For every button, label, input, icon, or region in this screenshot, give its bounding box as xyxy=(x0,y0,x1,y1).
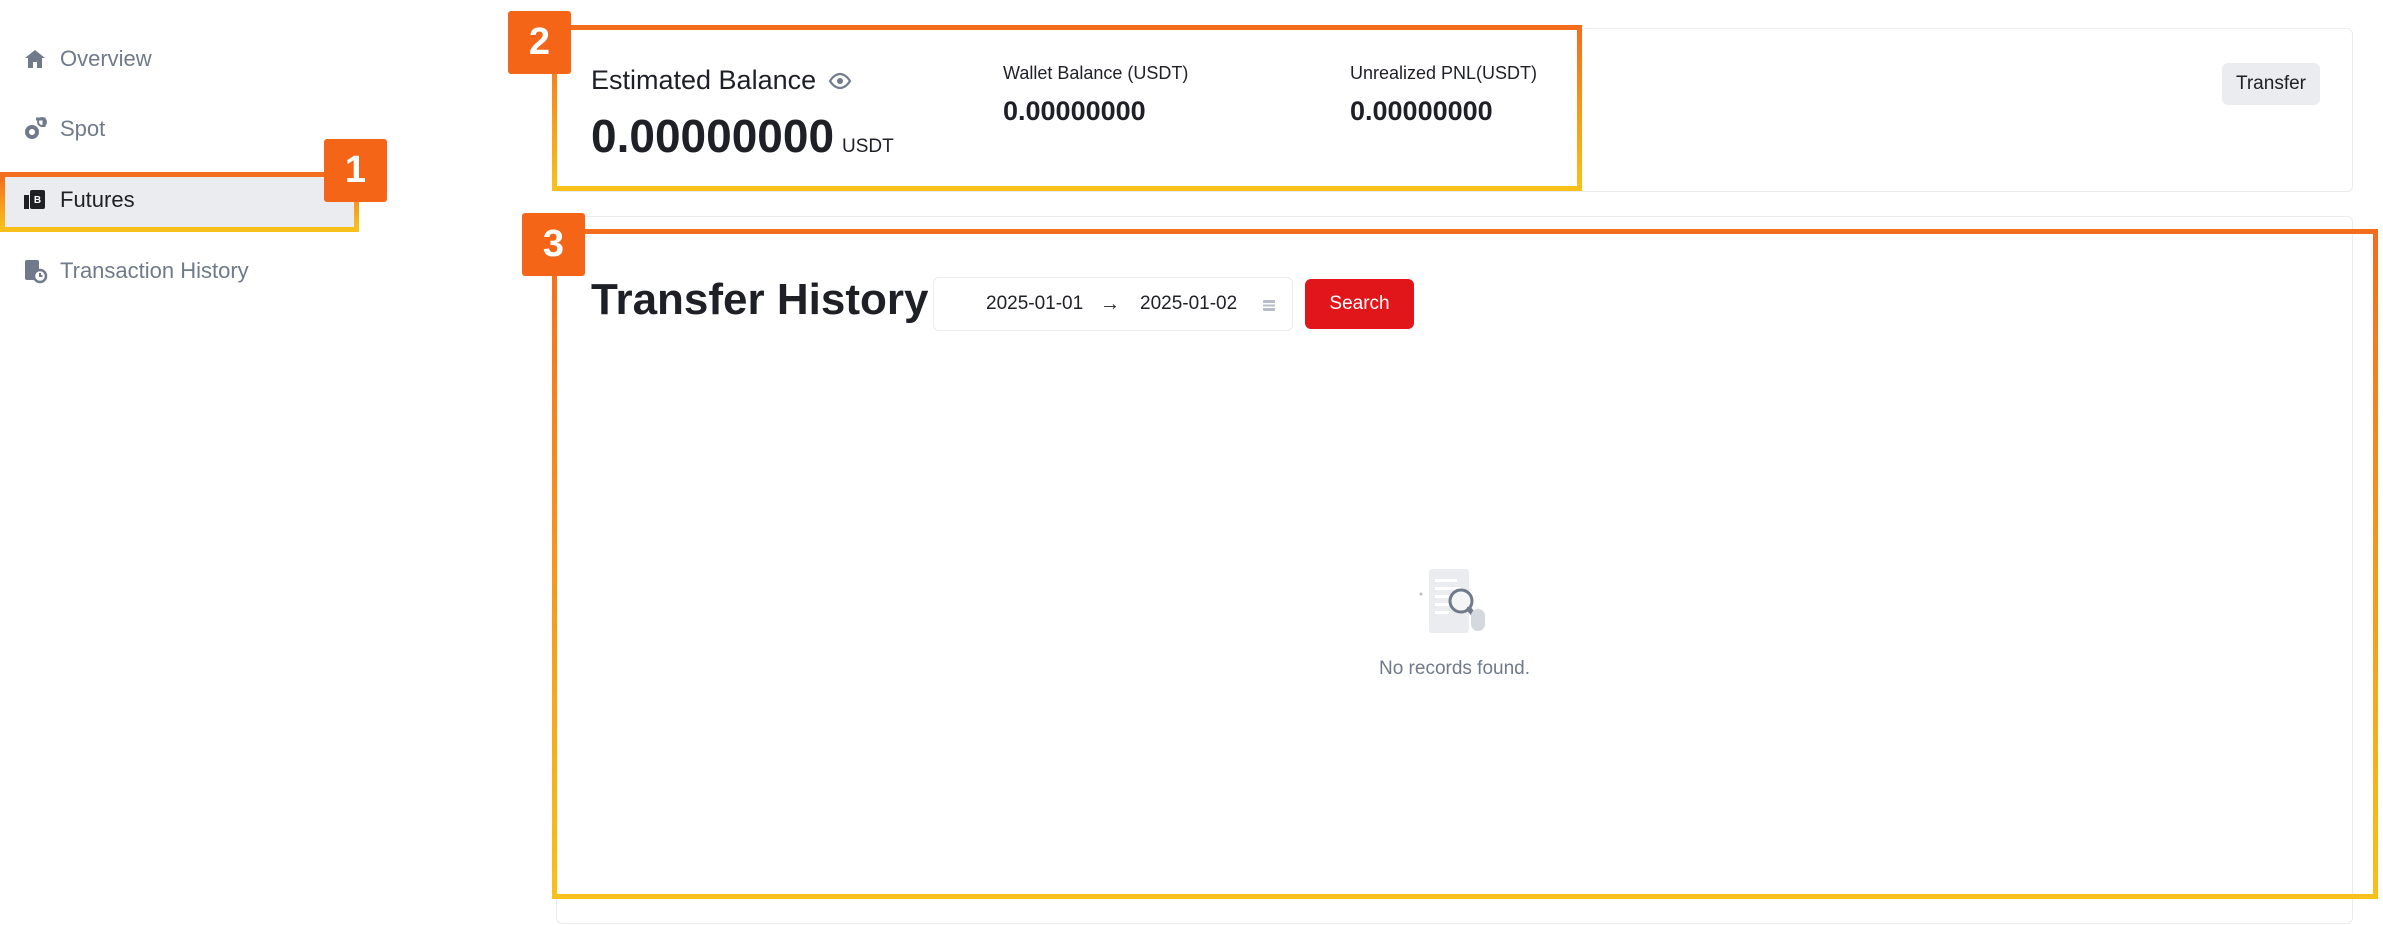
annotation-badge-2: 2 xyxy=(508,11,571,74)
unrealized-pnl-value: 0.00000000 xyxy=(1350,96,1493,126)
spot-icon xyxy=(22,116,48,142)
estimated-balance-text: Estimated Balance xyxy=(591,65,817,95)
date-end-input[interactable]: 2025-01-02 xyxy=(1140,293,1237,315)
unrealized-pnl-label: Unrealized PNL(USDT) xyxy=(1350,63,1538,83)
svg-text:B: B xyxy=(34,195,41,206)
transfer-history-panel: Transfer History 2025-01-01 → 2025-01-02… xyxy=(556,216,2353,924)
sidebar-item-label: Futures xyxy=(60,187,135,212)
estimated-balance-label: Estimated Balance xyxy=(591,65,852,96)
empty-state: No records found. xyxy=(557,565,2352,680)
history-icon xyxy=(22,258,48,284)
futures-icon: B xyxy=(22,187,48,213)
sidebar-item-label: Spot xyxy=(60,116,106,141)
balance-card: Estimated Balance 0.00000000 USDT Wallet… xyxy=(556,28,2353,192)
sidebar-item-spot[interactable]: Spot xyxy=(0,101,356,157)
home-icon xyxy=(22,46,48,72)
eye-icon[interactable] xyxy=(828,72,852,90)
sidebar-item-overview[interactable]: Overview xyxy=(0,31,356,87)
sidebar-item-futures[interactable]: B Futures xyxy=(0,172,356,228)
annotation-badge-3: 3 xyxy=(522,213,585,276)
unrealized-pnl: Unrealized PNL(USDT) 0.00000000 xyxy=(1350,63,1537,127)
calendar-icon[interactable] xyxy=(1262,296,1276,318)
arrow-right-icon: → xyxy=(1100,292,1120,315)
wallet-balance-value: 0.00000000 xyxy=(1003,96,1146,126)
wallet-balance: Wallet Balance (USDT) 0.00000000 xyxy=(1003,63,1188,127)
sidebar-item-transaction-history[interactable]: Transaction History xyxy=(0,243,356,299)
date-range-picker[interactable]: 2025-01-01 → 2025-01-02 xyxy=(933,277,1293,331)
annotation-badge-1: 1 xyxy=(324,139,387,202)
search-button[interactable]: Search xyxy=(1305,279,1414,329)
no-records-text: No records found. xyxy=(1378,658,1531,679)
transfer-button[interactable]: Transfer xyxy=(2221,63,2320,105)
date-start-input[interactable]: 2025-01-01 xyxy=(986,293,1083,315)
sidebar-item-label: Transaction History xyxy=(60,258,249,283)
sidebar: Overview Spot B Futures Transaction Hist… xyxy=(0,0,360,925)
wallet-balance-label: Wallet Balance (USDT) xyxy=(1003,63,1189,83)
no-records-icon xyxy=(1415,565,1495,642)
estimated-balance-number: 0.00000000 xyxy=(591,110,835,162)
page-title: Transfer History xyxy=(591,275,929,324)
estimated-balance-value: 0.00000000 USDT xyxy=(591,109,894,163)
estimated-balance-unit: USDT xyxy=(842,136,894,157)
sidebar-item-label: Overview xyxy=(60,46,152,71)
